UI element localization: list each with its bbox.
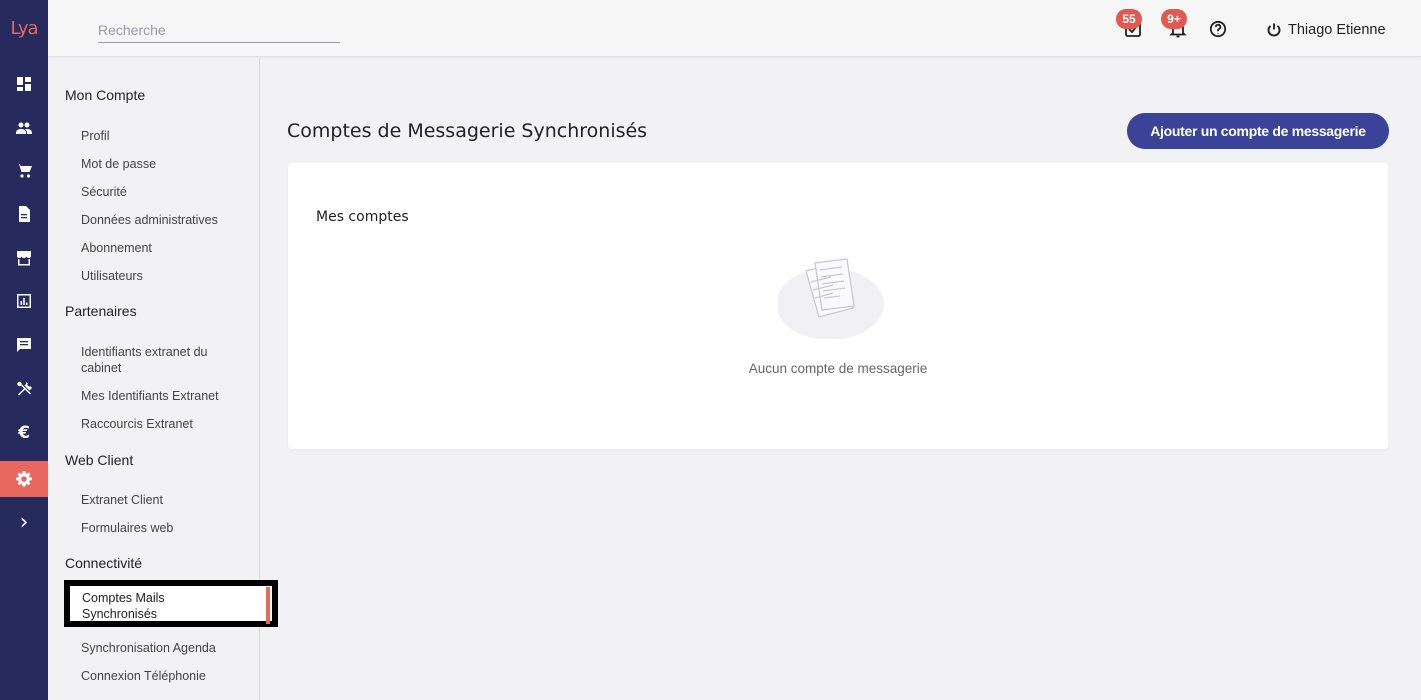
tools-icon: [17, 381, 32, 396]
menu-item-securite[interactable]: Sécurité: [81, 184, 241, 200]
search-input[interactable]: [98, 18, 340, 43]
user-name: Thiago Etienne: [1288, 22, 1386, 38]
top-bar: 55 9+ Thiago Etienne: [48, 0, 1421, 57]
people-icon: [16, 122, 32, 134]
rail-billing[interactable]: €: [0, 415, 48, 451]
app-logo[interactable]: Lya: [0, 0, 48, 56]
rail-store[interactable]: [0, 240, 48, 276]
notifications-button[interactable]: 9+: [1161, 9, 1189, 40]
menu-item-utilisateurs[interactable]: Utilisateurs: [81, 268, 241, 284]
menu-item-profil[interactable]: Profil: [81, 128, 241, 144]
menu-item-mot-de-passe[interactable]: Mot de passe: [81, 156, 241, 172]
page-title: Comptes de Messagerie Synchronisés: [287, 120, 648, 142]
tasks-badge: 55: [1116, 9, 1142, 29]
card-title: Mes comptes: [316, 209, 409, 225]
section-mon-compte: Mon Compte: [65, 87, 146, 103]
menu-item-label: Comptes Mails Synchronisés: [82, 591, 165, 621]
document-icon: [19, 206, 30, 222]
notifications-badge: 9+: [1161, 9, 1187, 29]
chevron-right-icon: ›: [19, 510, 29, 535]
dashboard-icon: [17, 77, 31, 91]
rail-tools[interactable]: [0, 371, 48, 407]
logo-text: Lya: [10, 17, 38, 39]
menu-item-donnees-administratives[interactable]: Données administratives: [81, 212, 241, 228]
power-icon: [1267, 23, 1281, 37]
rail-people[interactable]: [0, 110, 48, 146]
rail-cart[interactable]: [0, 153, 48, 189]
empty-documents-illustration: [778, 258, 884, 339]
cart-icon: [16, 164, 32, 178]
section-connectivite: Connectivité: [65, 555, 143, 571]
rail-reports[interactable]: [0, 283, 48, 319]
menu-item-raccourcis-extranet[interactable]: Raccourcis Extranet: [81, 416, 241, 432]
rail-messages[interactable]: [0, 327, 48, 363]
user-menu[interactable]: Thiago Etienne: [1266, 18, 1386, 42]
icon-rail: Lya € ›: [0, 0, 48, 700]
menu-item-identifiants-extranet-cabinet[interactable]: Identifiants extranet du cabinet: [81, 344, 231, 376]
section-partenaires: Partenaires: [65, 303, 137, 319]
menu-item-formulaires-web[interactable]: Formulaires web: [81, 520, 241, 536]
menu-item-mes-identifiants-extranet[interactable]: Mes Identifiants Extranet: [81, 388, 241, 404]
section-web-client: Web Client: [65, 452, 134, 468]
rail-expand[interactable]: ›: [0, 505, 48, 541]
chart-icon: [17, 294, 31, 308]
gear-icon: [16, 471, 32, 487]
menu-item-abonnement[interactable]: Abonnement: [81, 240, 241, 256]
accounts-card: Mes comptes Aucun compte de messagerie: [288, 163, 1388, 449]
help-button[interactable]: [1207, 18, 1229, 40]
menu-item-connexion-telephonie[interactable]: Connexion Téléphonie: [81, 668, 241, 684]
euro-icon: €: [18, 422, 30, 443]
add-mail-account-button[interactable]: Ajouter un compte de messagerie: [1127, 113, 1389, 149]
menu-item-comptes-mails-synchronises[interactable]: Comptes Mails Synchronisés: [64, 580, 278, 627]
rail-settings[interactable]: [0, 461, 48, 497]
rail-documents[interactable]: [0, 196, 48, 232]
settings-menu: Mon Compte Profil Mot de passe Sécurité …: [48, 58, 278, 700]
menu-item-extranet-client[interactable]: Extranet Client: [81, 492, 241, 508]
menu-item-synchronisation-agenda[interactable]: Synchronisation Agenda: [81, 640, 241, 656]
rail-dashboard[interactable]: [0, 66, 48, 102]
chat-icon: [17, 338, 31, 352]
empty-state-text: Aucun compte de messagerie: [748, 361, 928, 376]
store-icon: [17, 251, 31, 266]
tasks-button[interactable]: 55: [1116, 9, 1144, 40]
help-icon: [1209, 20, 1227, 38]
